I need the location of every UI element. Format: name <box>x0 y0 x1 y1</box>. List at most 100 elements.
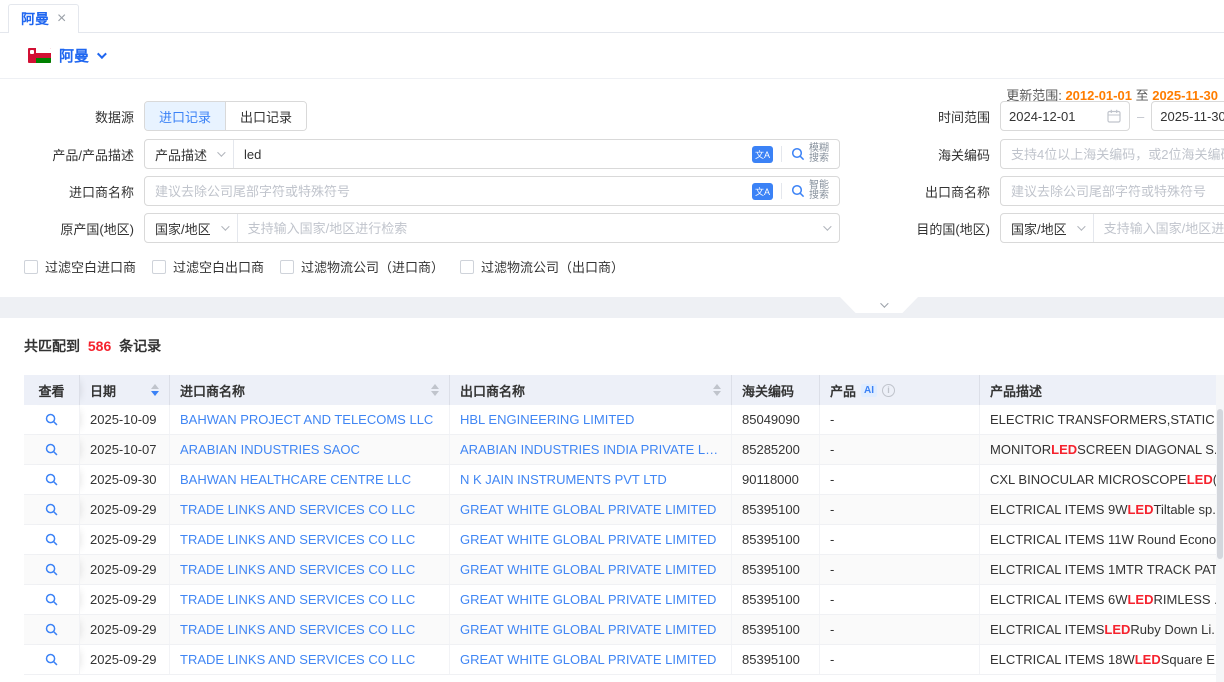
calendar-icon[interactable] <box>1107 109 1121 123</box>
checkbox-icon <box>24 260 38 274</box>
row-date: 2025-10-09 <box>80 405 170 434</box>
magnifier-icon <box>44 412 59 427</box>
importer-link[interactable]: TRADE LINKS AND SERVICES CO LLC <box>180 532 415 547</box>
importer-link[interactable]: TRADE LINKS AND SERVICES CO LLC <box>180 592 415 607</box>
view-button[interactable] <box>44 502 59 517</box>
chevron-down-icon[interactable] <box>97 49 107 59</box>
tab-oman[interactable]: 阿曼 × <box>8 4 79 34</box>
data-source-toggle: 进口记录 出口记录 <box>144 101 307 131</box>
scrollbar-thumb[interactable] <box>1217 409 1223 559</box>
origin-country-label: 原产国(地区) <box>24 219 134 238</box>
row-product: - <box>820 525 980 554</box>
exporter-link[interactable]: GREAT WHITE GLOBAL PRIVATE LIMITED <box>460 592 716 607</box>
close-icon[interactable]: × <box>57 11 66 27</box>
country-selector[interactable]: 阿曼 <box>59 45 89 66</box>
exporter-link[interactable]: GREAT WHITE GLOBAL PRIVATE LIMITED <box>460 502 716 517</box>
row-date: 2025-09-29 <box>80 645 170 674</box>
search-icon <box>790 146 806 162</box>
date-end-box <box>1151 101 1224 131</box>
exporter-link[interactable]: GREAT WHITE GLOBAL PRIVATE LIMITED <box>460 652 716 667</box>
magnifier-icon <box>44 442 59 457</box>
view-button[interactable] <box>44 622 59 637</box>
row-description: ELCTRICAL ITEMS LED Ruby Down Li... <box>980 615 1224 644</box>
importer-link[interactable]: TRADE LINKS AND SERVICES CO LLC <box>180 562 415 577</box>
date-end-input[interactable] <box>1160 109 1224 124</box>
row-product: - <box>820 645 980 674</box>
row-hs-code: 85395100 <box>732 525 820 554</box>
importer-link[interactable]: TRADE LINKS AND SERVICES CO LLC <box>180 652 415 667</box>
translate-icon[interactable]: 文A <box>752 183 773 200</box>
exporter-link[interactable]: N K JAIN INSTRUMENTS PVT LTD <box>460 472 667 487</box>
view-button[interactable] <box>44 412 59 427</box>
toggle-import-records[interactable]: 进口记录 <box>145 102 225 130</box>
checkbox-filter-blank-importer[interactable]: 过滤空白进口商 <box>24 257 136 276</box>
sort-icon[interactable] <box>151 384 159 396</box>
view-button[interactable] <box>44 592 59 607</box>
sort-icon[interactable] <box>431 384 439 396</box>
view-button[interactable] <box>44 442 59 457</box>
exporter-link[interactable]: ARABIAN INDUSTRIES INDIA PRIVATE LIMIT..… <box>460 442 721 457</box>
origin-country-select[interactable]: 国家/地区 <box>145 214 238 242</box>
view-button[interactable] <box>44 472 59 487</box>
info-icon[interactable]: i <box>882 384 895 397</box>
importer-link[interactable]: BAHWAN PROJECT AND TELECOMS LLC <box>180 412 433 427</box>
magnifier-icon <box>44 592 59 607</box>
destination-country-input[interactable] <box>1094 214 1224 242</box>
importer-link[interactable]: TRADE LINKS AND SERVICES CO LLC <box>180 502 415 517</box>
origin-country-input[interactable] <box>238 214 823 242</box>
magnifier-icon <box>44 532 59 547</box>
smart-search-button[interactable]: 智能 搜索 <box>790 181 829 201</box>
data-source-label: 数据源 <box>24 107 134 126</box>
chevron-down-icon[interactable] <box>823 222 831 230</box>
row-date: 2025-09-29 <box>80 555 170 584</box>
table-row: 2025-10-09 BAHWAN PROJECT AND TELECOMS L… <box>24 405 1224 435</box>
row-hs-code: 90118000 <box>732 465 820 494</box>
match-count: 586 <box>88 338 111 354</box>
destination-country-group: 国家/地区 <box>1000 213 1224 243</box>
table-row: 2025-10-07 ARABIAN INDUSTRIES SAOC ARABI… <box>24 435 1224 465</box>
row-product: - <box>820 435 980 464</box>
importer-search-group: 文A 智能 搜索 <box>144 176 840 206</box>
translate-icon[interactable]: 文A <box>752 146 773 163</box>
importer-link[interactable]: ARABIAN INDUSTRIES SAOC <box>180 442 360 457</box>
collapse-button[interactable] <box>840 297 918 313</box>
date-start-input[interactable] <box>1009 109 1101 124</box>
fuzzy-search-button[interactable]: 模糊 搜索 <box>790 144 829 164</box>
hs-code-input[interactable] <box>1000 139 1224 169</box>
header-exporter[interactable]: 出口商名称 <box>450 375 732 405</box>
importer-link[interactable]: TRADE LINKS AND SERVICES CO LLC <box>180 622 415 637</box>
exporter-input[interactable] <box>1000 176 1224 206</box>
view-button[interactable] <box>44 562 59 577</box>
checkbox-filter-blank-exporter[interactable]: 过滤空白出口商 <box>152 257 264 276</box>
header-product: 产品 AI i <box>820 375 980 405</box>
view-button[interactable] <box>44 532 59 547</box>
exporter-link[interactable]: GREAT WHITE GLOBAL PRIVATE LIMITED <box>460 532 716 547</box>
time-range-label: 时间范围 <box>902 107 990 126</box>
header-importer[interactable]: 进口商名称 <box>170 375 450 405</box>
toggle-export-records[interactable]: 出口记录 <box>225 102 306 130</box>
row-date: 2025-09-30 <box>80 465 170 494</box>
table-row: 2025-09-29 TRADE LINKS AND SERVICES CO L… <box>24 615 1224 645</box>
row-date: 2025-09-29 <box>80 495 170 524</box>
product-type-select[interactable]: 产品描述 <box>145 140 234 168</box>
destination-country-select[interactable]: 国家/地区 <box>1001 214 1094 242</box>
importer-input[interactable] <box>145 177 742 205</box>
sort-icon[interactable] <box>713 384 721 396</box>
product-search-input[interactable] <box>234 140 742 168</box>
row-description: MONITOR LED SCREEN DIAGONAL S... <box>980 435 1224 464</box>
importer-link[interactable]: BAHWAN HEALTHCARE CENTRE LLC <box>180 472 411 487</box>
checkbox-filter-logistics-importer[interactable]: 过滤物流公司（进口商） <box>280 257 444 276</box>
header-description: 产品描述 <box>980 375 1224 405</box>
exporter-link[interactable]: HBL ENGINEERING LIMITED <box>460 412 634 427</box>
header-date[interactable]: 日期 <box>80 375 170 405</box>
checkbox-icon <box>460 260 474 274</box>
row-product: - <box>820 405 980 434</box>
row-product: - <box>820 495 980 524</box>
exporter-link[interactable]: GREAT WHITE GLOBAL PRIVATE LIMITED <box>460 622 716 637</box>
exporter-link[interactable]: GREAT WHITE GLOBAL PRIVATE LIMITED <box>460 562 716 577</box>
search-form: 更新范围: 2012-01-01 至 2025-11-30 数据源 进口记录 出… <box>0 79 1224 297</box>
checkbox-filter-logistics-exporter[interactable]: 过滤物流公司（出口商） <box>460 257 624 276</box>
vertical-scrollbar[interactable] <box>1216 375 1224 682</box>
view-button[interactable] <box>44 652 59 667</box>
exporter-label: 出口商名称 <box>902 182 990 201</box>
